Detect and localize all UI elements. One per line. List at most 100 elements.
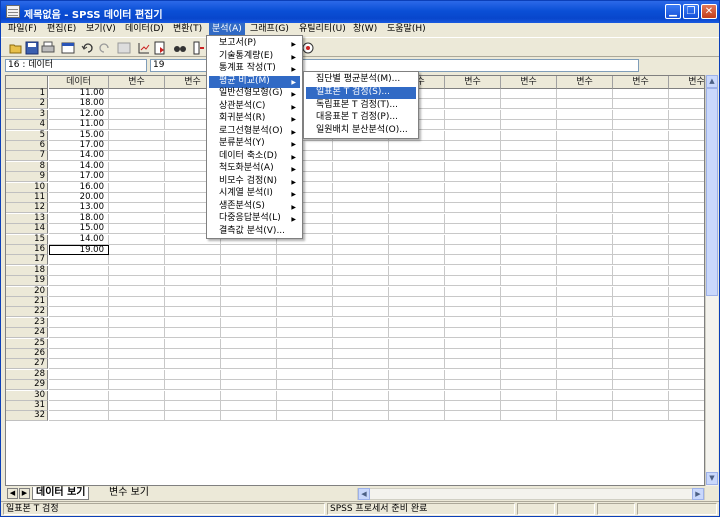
table-cell[interactable] <box>109 120 165 131</box>
table-cell[interactable] <box>109 317 165 328</box>
use-sets-icon[interactable] <box>301 41 315 55</box>
table-cell[interactable] <box>333 338 389 349</box>
table-cell[interactable] <box>445 109 501 120</box>
table-cell[interactable] <box>389 328 445 339</box>
print-icon[interactable] <box>41 41 55 55</box>
table-cell[interactable] <box>333 161 389 172</box>
table-cell[interactable] <box>49 255 109 266</box>
menu-item[interactable]: 파일(F) <box>5 23 40 37</box>
table-cell[interactable] <box>669 120 704 131</box>
table-cell[interactable] <box>389 390 445 401</box>
table-cell[interactable] <box>613 369 669 380</box>
table-cell[interactable] <box>557 130 613 141</box>
column-header-var[interactable]: 변수 <box>501 76 557 89</box>
table-cell[interactable] <box>109 369 165 380</box>
table-cell[interactable] <box>165 380 221 391</box>
compare-means-menu-item[interactable]: 독립표본 T 검정(T)... <box>306 100 416 112</box>
table-cell[interactable] <box>389 151 445 162</box>
row-number[interactable]: 14 <box>6 224 48 235</box>
table-cell[interactable] <box>109 224 165 235</box>
table-cell[interactable] <box>501 265 557 276</box>
table-cell[interactable] <box>333 151 389 162</box>
table-cell[interactable] <box>389 193 445 203</box>
table-cell[interactable] <box>613 161 669 172</box>
table-cell[interactable] <box>613 151 669 162</box>
table-cell[interactable] <box>333 234 389 245</box>
table-cell[interactable] <box>389 297 445 307</box>
table-cell[interactable] <box>109 401 165 411</box>
table-cell[interactable] <box>669 99 704 110</box>
table-cell[interactable] <box>165 338 221 349</box>
table-cell[interactable] <box>49 338 109 349</box>
table-cell[interactable] <box>109 130 165 141</box>
compare-means-menu-item[interactable]: 일원배치 분산분석(O)... <box>306 125 416 137</box>
table-cell[interactable] <box>389 172 445 183</box>
table-cell[interactable] <box>501 89 557 99</box>
row-number[interactable]: 27 <box>6 359 48 370</box>
table-cell[interactable] <box>557 193 613 203</box>
table-cell[interactable] <box>557 349 613 359</box>
table-cell[interactable] <box>557 265 613 276</box>
compare-means-menu-item[interactable]: 일표본 T 검정(S)... <box>306 86 416 99</box>
table-cell[interactable] <box>669 318 704 328</box>
table-cell[interactable] <box>109 328 165 339</box>
table-cell[interactable] <box>557 255 613 266</box>
table-cell[interactable] <box>221 255 277 266</box>
table-cell[interactable] <box>557 317 613 328</box>
table-cell[interactable] <box>445 390 501 401</box>
table-cell[interactable] <box>669 391 704 401</box>
table-cell[interactable]: 11.00 <box>49 120 109 131</box>
table-cell[interactable] <box>221 317 277 328</box>
table-cell[interactable] <box>333 213 389 224</box>
table-cell[interactable]: 14.00 <box>49 234 109 245</box>
table-cell[interactable] <box>669 224 704 235</box>
table-cell[interactable] <box>445 193 501 203</box>
row-number[interactable]: 29 <box>6 380 48 391</box>
table-cell[interactable] <box>109 203 165 214</box>
table-cell[interactable] <box>613 401 669 411</box>
table-cell[interactable] <box>49 265 109 276</box>
table-cell[interactable] <box>669 349 704 359</box>
menu-item[interactable]: 보기(V) <box>83 23 119 37</box>
table-cell[interactable] <box>389 255 445 266</box>
table-cell[interactable] <box>501 411 557 422</box>
table-cell[interactable] <box>221 401 277 411</box>
table-cell[interactable] <box>501 338 557 349</box>
table-cell[interactable] <box>557 297 613 307</box>
table-cell[interactable] <box>613 234 669 245</box>
analyze-menu-item[interactable]: 다중응답분석(L) ▶ <box>209 213 300 225</box>
table-cell[interactable] <box>501 151 557 162</box>
table-cell[interactable] <box>333 172 389 183</box>
table-cell[interactable] <box>221 411 277 422</box>
table-cell[interactable] <box>49 307 109 318</box>
table-cell[interactable] <box>389 213 445 224</box>
table-cell[interactable] <box>613 130 669 141</box>
scroll-down-icon[interactable]: ▼ <box>706 472 718 485</box>
table-cell[interactable] <box>669 266 704 276</box>
table-cell[interactable] <box>221 338 277 349</box>
table-cell[interactable] <box>669 287 704 297</box>
table-cell[interactable] <box>109 234 165 245</box>
table-cell[interactable] <box>221 359 277 370</box>
table-cell[interactable] <box>389 265 445 276</box>
table-cell[interactable] <box>389 401 445 411</box>
scroll-left-icon[interactable]: ◀ <box>358 488 370 500</box>
analyze-menu-item[interactable]: 통계표 작성(T) ▶ <box>209 63 300 75</box>
row-number[interactable]: 17 <box>6 255 48 266</box>
table-cell[interactable] <box>613 390 669 401</box>
table-cell[interactable] <box>669 359 704 370</box>
table-cell[interactable] <box>613 255 669 266</box>
table-cell[interactable] <box>333 390 389 401</box>
table-cell[interactable] <box>445 297 501 307</box>
analyze-menu-item[interactable]: 척도화분석(A) ▶ <box>209 163 300 175</box>
table-cell[interactable] <box>109 286 165 297</box>
table-cell[interactable] <box>277 401 333 411</box>
table-cell[interactable] <box>501 161 557 172</box>
analyze-menu-item[interactable]: 기술통계량(E) ▶ <box>209 51 300 63</box>
table-cell[interactable] <box>109 193 165 203</box>
table-cell[interactable] <box>557 161 613 172</box>
table-cell[interactable] <box>445 213 501 224</box>
table-cell[interactable] <box>613 172 669 183</box>
scroll-up-icon[interactable]: ▲ <box>706 75 718 88</box>
table-cell[interactable] <box>613 182 669 193</box>
